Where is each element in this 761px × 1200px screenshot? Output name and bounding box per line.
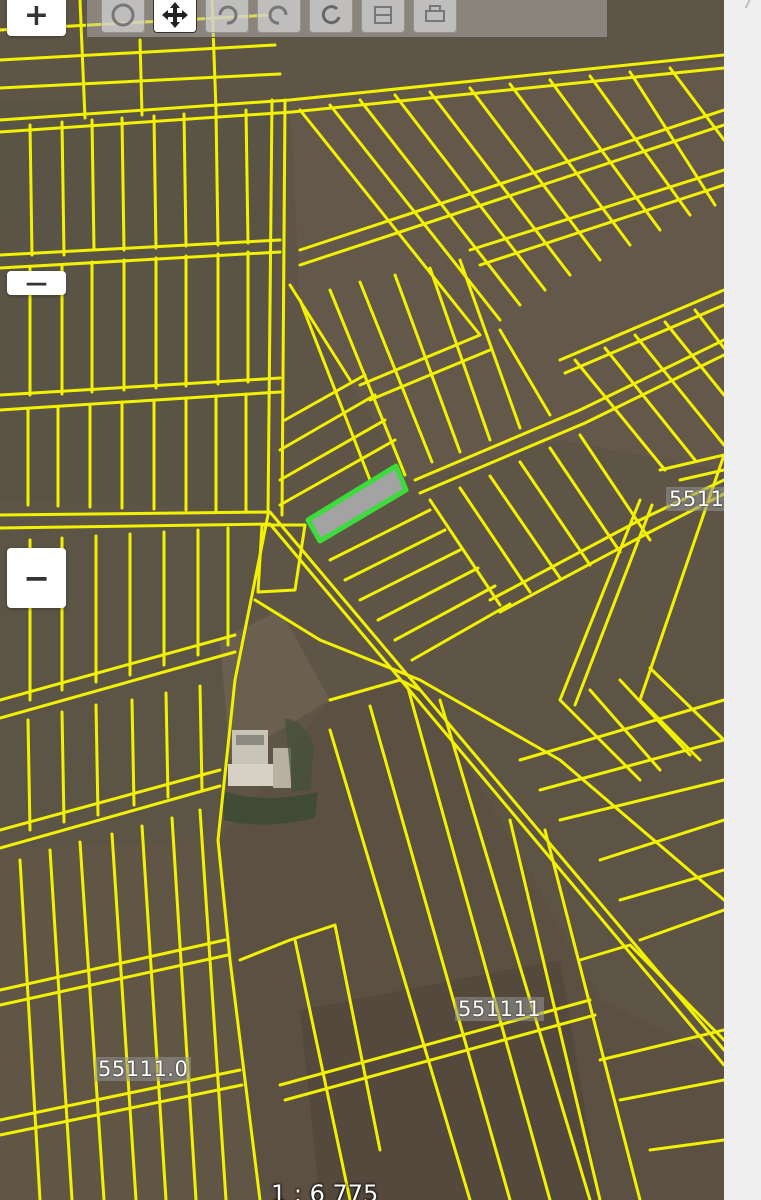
parcel-label: 55110 [666,487,724,511]
pan-move-icon [162,2,188,28]
side-panel-gutter [724,0,761,1200]
parcel-label: 551111 [455,997,545,1021]
selected-parcel[interactable] [305,463,409,544]
layers-icon [374,6,392,24]
zoom-in-button[interactable]: + [7,0,66,36]
selected-parcel-layer [305,463,409,544]
print-icon [425,5,445,22]
layers-button[interactable] [361,0,405,33]
rotate-right-button[interactable] [257,0,301,33]
circle-select-icon [111,3,135,27]
rotate-left-button[interactable] [205,0,249,33]
map-toolbar [86,0,608,38]
print-button[interactable] [413,0,457,33]
refresh-button[interactable] [309,0,353,33]
parcel-label: 55111.0 [95,1057,192,1081]
map-viewport[interactable]: 55110 551111 55111.0 + — − 1 : 6 77 [0,0,724,1200]
refresh-icon [321,5,341,25]
rotate-right-icon [268,5,288,25]
zoom-out-button[interactable]: − [7,548,66,608]
map-scale-label: 1 : 6 775 [271,1180,379,1200]
rotate-left-icon [218,5,238,25]
circle-select-button[interactable] [101,0,145,33]
zoom-level-button[interactable]: — [7,271,66,296]
pan-button[interactable] [153,0,197,33]
